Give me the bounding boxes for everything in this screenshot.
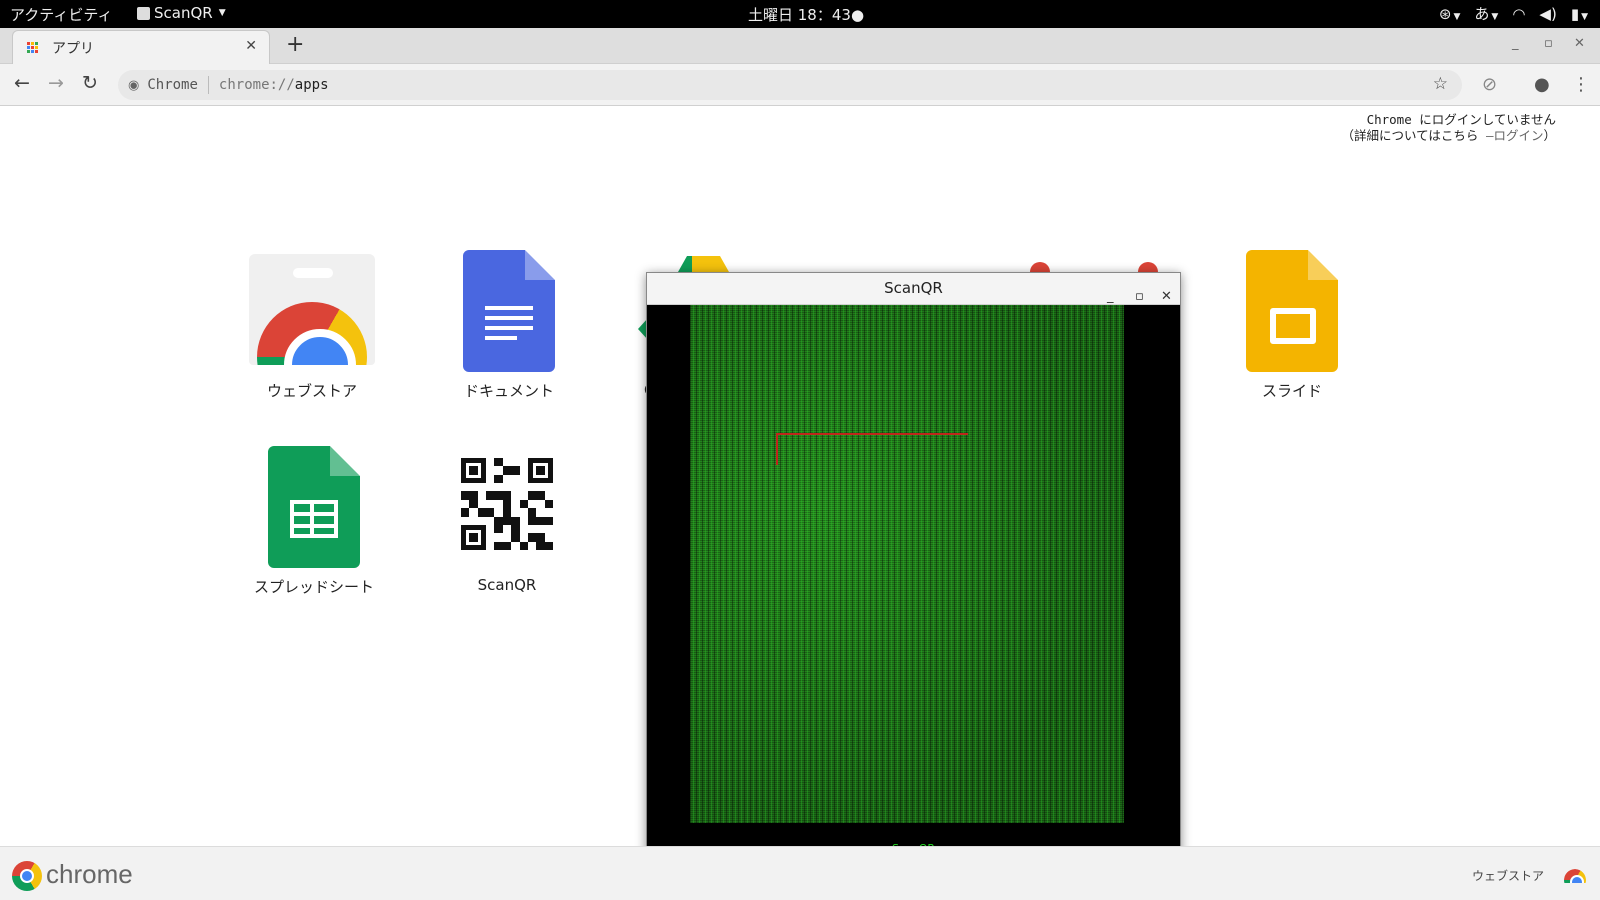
tab-title: アプリ — [52, 40, 94, 57]
scan-guide-corner — [776, 433, 778, 465]
app-label: ウェブストア — [266, 382, 357, 400]
profile-avatar-icon[interactable]: ● — [1534, 74, 1550, 95]
omnibox-divider — [207, 76, 209, 94]
close-icon[interactable]: ✕ — [1161, 281, 1172, 312]
close-window-icon[interactable]: ✕ — [1574, 36, 1585, 51]
menu-kebab-icon[interactable]: ⋮ — [1572, 74, 1590, 95]
webstore-icon[interactable] — [249, 254, 375, 365]
app-menu[interactable]: ScanQR ▼ — [137, 4, 226, 22]
apps-grid-icon — [27, 42, 38, 53]
input-method-indicator[interactable]: あ ▼ — [1474, 3, 1498, 24]
close-tab-icon[interactable]: ✕ — [245, 38, 257, 54]
sheets-icon[interactable] — [268, 446, 360, 568]
apps-bottom-bar: chrome ウェブストア — [0, 846, 1600, 900]
camera-preview[interactable] — [690, 305, 1124, 823]
scanqr-title-bar[interactable]: ScanQR _ ▫ ✕ — [647, 273, 1180, 305]
volume-icon[interactable]: ◀) — [1539, 5, 1556, 23]
scan-guide-line — [776, 433, 968, 435]
tab-strip: アプリ ✕ + _ ▫ ✕ — [0, 28, 1600, 64]
clock[interactable]: 土曜日 18：43● — [748, 4, 864, 25]
maximize-icon[interactable]: ▫ — [1135, 281, 1144, 312]
scanqr-window[interactable]: ScanQR _ ▫ ✕ ScanQR — [646, 272, 1181, 862]
window-title: ScanQR — [884, 279, 943, 297]
new-tab-button[interactable]: + — [286, 32, 304, 57]
maximize-icon[interactable]: ▫ — [1544, 36, 1553, 51]
omnibox[interactable]: ◉ Chrome chrome://apps ☆ — [118, 70, 1462, 100]
chevron-down-icon: ▼ — [218, 8, 226, 18]
omnibox-site-chip: Chrome — [147, 77, 198, 93]
minimize-icon[interactable]: _ — [1512, 36, 1519, 51]
chrome-logo-icon — [12, 861, 42, 891]
webstore-mini-icon[interactable] — [1564, 869, 1586, 883]
slides-icon[interactable] — [1246, 250, 1338, 372]
bookmark-star-icon[interactable]: ☆ — [1433, 74, 1448, 94]
app-menu-icon — [137, 6, 150, 20]
wifi-icon[interactable]: ◠ — [1512, 5, 1525, 23]
app-label: ScanQR — [477, 576, 537, 594]
forward-icon[interactable]: → — [48, 72, 64, 94]
app-label: スプレッドシート — [253, 578, 374, 596]
browser-toolbar: ← → ↻ ◉ Chrome chrome://apps ☆ ⊘ ● ⋮ — [0, 64, 1600, 106]
drive-icon[interactable] — [678, 256, 729, 272]
login-line-1: Chrome にログインしていません — [1366, 112, 1556, 127]
extension-icon[interactable]: ⊘ — [1482, 74, 1497, 95]
reload-icon[interactable]: ↻ — [82, 72, 98, 94]
chrome-wordmark: chrome — [46, 859, 133, 889]
app-label: スライド — [1261, 382, 1322, 400]
activities-button[interactable]: アクティビティ — [10, 4, 112, 25]
docs-icon[interactable] — [463, 250, 555, 372]
system-tray[interactable]: ⊛ ▼ あ ▼ ◠ ◀) ▮ ▼ — [1439, 3, 1588, 24]
login-line-2: （詳細についてはこちら —ログイン） — [1341, 128, 1556, 143]
info-icon[interactable]: ◉ — [128, 78, 139, 93]
accessibility-icon[interactable]: ⊛ ▼ — [1439, 5, 1461, 23]
tab-apps[interactable]: アプリ ✕ — [12, 30, 270, 64]
qr-icon[interactable] — [461, 458, 553, 550]
login-link[interactable]: —ログイン — [1486, 128, 1544, 143]
battery-icon[interactable]: ▮ ▼ — [1571, 5, 1588, 23]
url-host: apps — [294, 77, 329, 93]
app-label: ドキュメント — [463, 382, 554, 400]
webstore-link[interactable]: ウェブストア — [1472, 867, 1544, 884]
system-top-bar: アクティビティ ScanQR ▼ 土曜日 18：43● ⊛ ▼ あ ▼ ◠ ◀) ▮… — [0, 0, 1600, 28]
back-icon[interactable]: ← — [14, 72, 30, 94]
login-status: Chrome にログインしていません （詳細についてはこちら —ログイン） — [1342, 112, 1556, 144]
app-menu-label: ScanQR — [154, 4, 213, 22]
url-scheme: chrome:// — [218, 77, 295, 93]
